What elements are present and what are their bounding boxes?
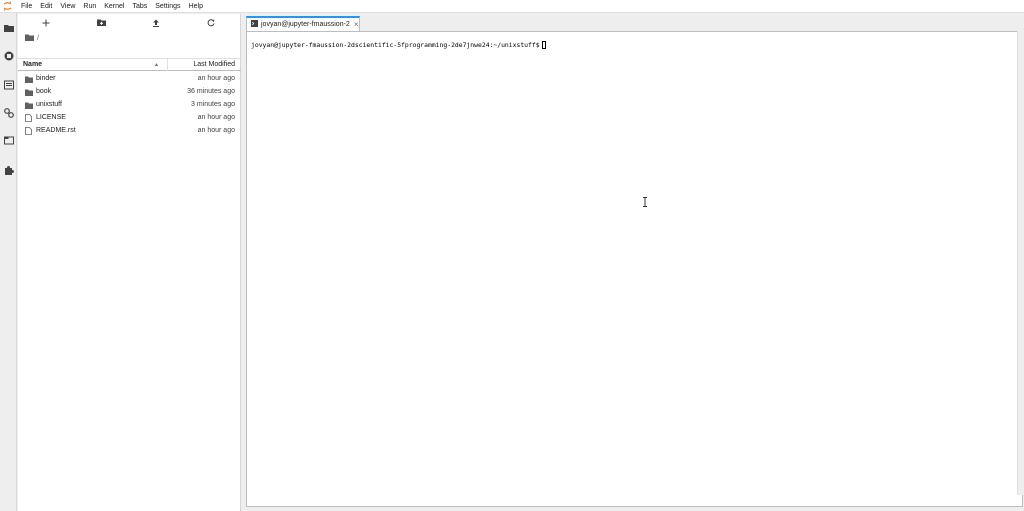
file-browser-toolbar bbox=[18, 14, 241, 31]
menu-bar: File Edit View Run Kernel Tabs Settings … bbox=[0, 0, 1024, 13]
file-modified: an hour ago bbox=[197, 114, 235, 121]
tab-terminal[interactable]: jovyan@jupyter-fmaussion-2 × bbox=[246, 16, 360, 31]
refresh-icon[interactable] bbox=[205, 17, 217, 28]
menu-edit[interactable]: Edit bbox=[36, 0, 56, 13]
terminal-line: jovyan@jupyter-fmaussion-2dscientific-5f… bbox=[251, 41, 546, 49]
breadcrumb-root[interactable]: / bbox=[37, 35, 39, 42]
property-inspector-icon[interactable] bbox=[3, 107, 14, 118]
file-modified: an hour ago bbox=[197, 127, 235, 134]
folder-icon bbox=[25, 88, 33, 96]
file-name: binder bbox=[36, 75, 56, 82]
list-item[interactable]: unixstuff 3 minutes ago bbox=[18, 98, 241, 111]
list-item[interactable]: book 36 minutes ago bbox=[18, 85, 241, 98]
extension-icon[interactable] bbox=[3, 164, 14, 175]
folder-icon[interactable] bbox=[25, 34, 34, 43]
new-folder-icon[interactable] bbox=[95, 17, 107, 28]
menu-kernel[interactable]: Kernel bbox=[100, 0, 128, 13]
file-icon bbox=[25, 127, 33, 135]
terminal-cursor bbox=[541, 41, 546, 49]
folder-icon bbox=[25, 101, 33, 109]
breadcrumb: / bbox=[25, 33, 39, 43]
close-icon[interactable]: × bbox=[354, 20, 359, 29]
menu-tabs[interactable]: Tabs bbox=[128, 0, 151, 13]
file-list: binder an hour ago book 36 minutes ago u… bbox=[18, 72, 241, 137]
column-name-label: Name bbox=[23, 61, 43, 68]
file-modified: an hour ago bbox=[197, 75, 235, 82]
tab-bar: jovyan@jupyter-fmaussion-2 × bbox=[242, 14, 1024, 31]
terminal-icon bbox=[251, 20, 258, 29]
file-name: LICENSE bbox=[36, 114, 66, 121]
new-launcher-icon[interactable] bbox=[40, 17, 52, 28]
sort-ascending-icon: ▲ bbox=[154, 62, 159, 68]
file-name: README.rst bbox=[36, 127, 76, 134]
list-item[interactable]: binder an hour ago bbox=[18, 72, 241, 85]
main-area: jovyan@jupyter-fmaussion-2 × jovyan@jupy… bbox=[242, 14, 1024, 511]
running-icon[interactable] bbox=[3, 50, 14, 61]
file-list-header: Name ▲ Last Modified bbox=[18, 58, 241, 71]
scrollbar[interactable] bbox=[1017, 31, 1023, 495]
list-item[interactable]: README.rst an hour ago bbox=[18, 124, 241, 137]
menu-run[interactable]: Run bbox=[79, 0, 100, 13]
commands-icon[interactable] bbox=[3, 79, 14, 90]
menu-settings[interactable]: Settings bbox=[151, 0, 184, 13]
terminal[interactable]: jovyan@jupyter-fmaussion-2dscientific-5f… bbox=[246, 31, 1023, 507]
menu-help[interactable]: Help bbox=[185, 0, 207, 13]
folder-icon[interactable] bbox=[3, 22, 14, 33]
file-modified: 3 minutes ago bbox=[191, 101, 235, 108]
file-name: book bbox=[36, 88, 52, 95]
terminal-prompt: jovyan@jupyter-fmaussion-2dscientific-5f… bbox=[251, 41, 540, 49]
upload-icon[interactable] bbox=[150, 17, 162, 28]
file-modified: 36 minutes ago bbox=[187, 88, 235, 95]
activity-bar bbox=[0, 13, 17, 511]
list-item[interactable]: LICENSE an hour ago bbox=[18, 111, 241, 124]
menu-view[interactable]: View bbox=[56, 0, 79, 13]
jupyter-logo-icon[interactable] bbox=[0, 0, 14, 13]
tab-label: jovyan@jupyter-fmaussion-2 bbox=[261, 21, 350, 28]
folder-icon bbox=[25, 75, 33, 83]
text-cursor-icon bbox=[642, 197, 648, 207]
column-name[interactable]: Name ▲ bbox=[18, 59, 168, 71]
menu-file[interactable]: File bbox=[14, 0, 36, 13]
file-name: unixstuff bbox=[36, 101, 62, 108]
file-icon bbox=[25, 114, 33, 122]
tabs-icon[interactable] bbox=[3, 135, 14, 146]
file-browser: / Name ▲ Last Modified binder an hour ag… bbox=[18, 14, 241, 511]
column-last-modified[interactable]: Last Modified bbox=[193, 59, 235, 71]
